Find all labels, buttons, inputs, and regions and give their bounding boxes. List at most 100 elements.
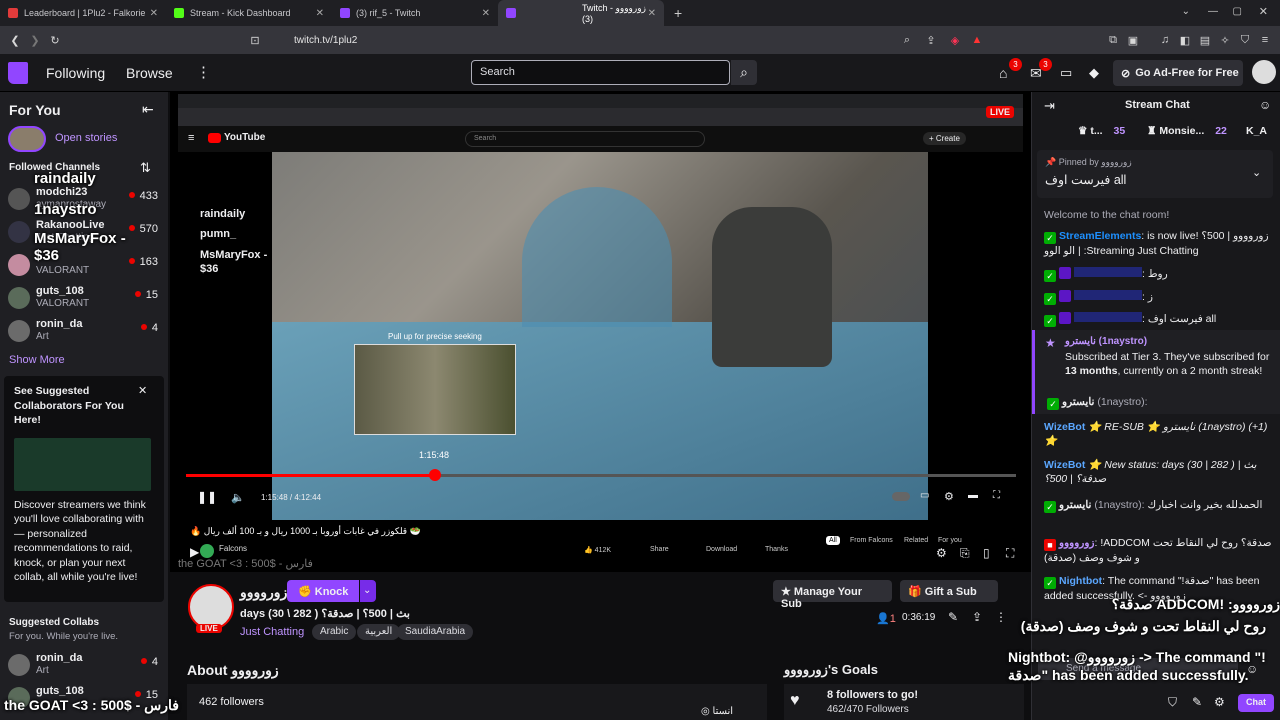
progress-bar[interactable] xyxy=(186,474,1016,477)
yt-share[interactable]: Share xyxy=(650,546,669,553)
share-stream-icon[interactable]: ⇪ xyxy=(972,610,982,624)
captions-icon[interactable]: ▭ xyxy=(920,490,929,501)
tab-search-icon[interactable]: ⌄ xyxy=(1182,6,1190,17)
screenshot-icon[interactable]: ▣ xyxy=(1126,33,1140,47)
brave-shield-icon[interactable]: ◈ xyxy=(948,33,962,47)
chat-send-button[interactable]: Chat xyxy=(1238,694,1274,712)
top-gifter[interactable]: K_A xyxy=(1246,125,1267,137)
close-card-icon[interactable]: ✕ xyxy=(138,384,147,397)
zoom-icon[interactable]: ⌕ xyxy=(900,33,914,47)
collapse-chat-icon[interactable]: ⇥ xyxy=(1044,98,1055,114)
wallet-icon[interactable]: ▤ xyxy=(1198,33,1212,47)
ad-free-button[interactable]: ⊘ Go Ad-Free for Free xyxy=(1113,60,1243,86)
yt-channel-name[interactable]: Falcons xyxy=(219,544,247,553)
sub-username[interactable]: نايسترو (1naystro) xyxy=(1065,336,1147,347)
mod-tools-icon[interactable]: ✎ xyxy=(1192,695,1202,709)
tag[interactable]: Arabic xyxy=(312,624,357,640)
leo-icon[interactable]: ✧ xyxy=(1218,33,1232,47)
share-icon[interactable]: ⇪ xyxy=(924,33,938,47)
reload-icon[interactable]: ↻ xyxy=(48,33,62,47)
yt-chip[interactable]: Related xyxy=(904,537,928,544)
bookmark-icon[interactable]: ⊡ xyxy=(248,33,262,47)
nav-browse[interactable]: Browse xyxy=(126,65,173,81)
expand-pinned-icon[interactable]: ⌄ xyxy=(1252,166,1261,179)
theater-icon[interactable]: ▬ xyxy=(968,490,978,501)
twitch-settings-icon[interactable]: ⚙ xyxy=(936,546,947,560)
browser-tab[interactable]: Stream - Kick Dashboard ✕ xyxy=(166,0,332,26)
media-icon[interactable]: ♫ xyxy=(1158,33,1172,47)
vpn-icon[interactable]: ⛉ xyxy=(1238,33,1252,47)
suggested-channel[interactable]: ronin_da Art 4 xyxy=(8,652,164,680)
tag[interactable]: SaudiaArabia xyxy=(397,624,474,640)
gift-sub-button[interactable]: 🎁 Gift a Sub xyxy=(900,580,998,602)
show-more-link[interactable]: Show More xyxy=(9,354,65,366)
browser-tab[interactable]: Leaderboard | 1Plu2 - Falkorie ✕ xyxy=(0,0,166,26)
followed-channel[interactable]: guts_108 VALORANT 15 xyxy=(8,285,164,313)
fullscreen-yt-icon[interactable]: ⛶ xyxy=(993,490,1000,501)
category-link[interactable]: Just Chatting xyxy=(240,626,304,638)
collapse-sidebar-icon[interactable]: ⇤ xyxy=(142,101,154,118)
browser-tab[interactable]: (3) rif_5 - Twitch ✕ xyxy=(332,0,498,26)
pinned-message[interactable]: 📌 Pinned by زوروووو فيرست اوف all ⌄ xyxy=(1037,150,1273,198)
followed-channel[interactable]: ronin_da Art 4 xyxy=(8,318,164,346)
community-icon[interactable]: ☺ xyxy=(1259,98,1271,112)
volume-icon[interactable]: 🔈 xyxy=(231,491,245,504)
close-window-icon[interactable]: ✕ xyxy=(1259,5,1268,18)
crown-icon[interactable]: ◆ xyxy=(1089,65,1099,81)
sort-icon[interactable]: ⇅ xyxy=(140,160,151,176)
top-gifter[interactable]: ♜ Monsie... 22 xyxy=(1147,125,1227,137)
browser-tab-active[interactable]: Twitch - زوروووو (3) ✕ xyxy=(498,0,664,26)
yt-chip[interactable]: From Falcons xyxy=(850,537,893,544)
search-button[interactable]: ⌕ xyxy=(731,60,757,85)
yt-download[interactable]: Download xyxy=(706,546,737,553)
yt-chip[interactable]: For you xyxy=(938,537,962,544)
minimize-icon[interactable]: — xyxy=(1208,6,1218,17)
yt-menu-icon[interactable]: ≡ xyxy=(188,132,194,144)
shield-icon[interactable]: ⛉ xyxy=(1168,695,1177,710)
close-tab-icon[interactable]: ✕ xyxy=(648,8,656,19)
instagram-link[interactable]: ◎ انستا xyxy=(701,706,733,717)
knock-dropdown-icon[interactable]: ⌄ xyxy=(360,580,376,602)
menu-icon[interactable]: ≡ xyxy=(1258,33,1272,47)
top-gifter[interactable]: ♛ t... 35 xyxy=(1078,125,1125,137)
yt-search-input[interactable]: Search xyxy=(465,131,705,147)
chat-settings-icon[interactable]: ⚙ xyxy=(1214,695,1225,709)
twitch-logo-icon[interactable] xyxy=(8,62,28,84)
yt-likes[interactable]: 👍 412K xyxy=(584,546,611,554)
back-icon[interactable]: ❮ xyxy=(8,33,22,47)
theatre-mode-icon[interactable]: ▯ xyxy=(983,546,990,560)
notifications-icon[interactable]: ⌂ xyxy=(999,65,1007,81)
sidebar-icon[interactable]: ◧ xyxy=(1178,33,1192,47)
whispers-icon[interactable]: ▭ xyxy=(1060,65,1072,81)
forward-icon[interactable]: ❯ xyxy=(28,33,42,47)
open-stories-link[interactable]: Open stories xyxy=(55,132,117,144)
clip-icon[interactable]: ⎘ xyxy=(960,546,970,561)
close-tab-icon[interactable]: ✕ xyxy=(482,8,490,19)
stories-avatar[interactable] xyxy=(8,126,46,152)
pause-icon[interactable]: ❚❚ xyxy=(197,490,217,504)
video-player[interactable]: ≡ YouTube Search + Create raindaily pumn… xyxy=(170,92,1031,572)
edit-icon[interactable]: ✎ xyxy=(948,610,958,624)
more-options-icon[interactable]: ⋮ xyxy=(995,610,1007,624)
fullscreen-icon[interactable]: ⛶ xyxy=(1006,546,1014,561)
progress-scrubber[interactable] xyxy=(429,469,441,481)
chat-username[interactable] xyxy=(1074,312,1142,322)
rewards-icon[interactable]: ▲ xyxy=(970,33,984,47)
chat-username[interactable] xyxy=(1074,290,1142,300)
close-tab-icon[interactable]: ✕ xyxy=(316,8,324,19)
yt-chip-all[interactable]: All xyxy=(826,536,840,545)
tag[interactable]: العربية xyxy=(357,624,401,640)
yt-channel-avatar[interactable] xyxy=(200,544,214,558)
close-tab-icon[interactable]: ✕ xyxy=(150,8,158,19)
new-tab-icon[interactable]: + xyxy=(664,5,682,21)
knock-button[interactable]: ✊ Knock xyxy=(287,580,359,602)
autoplay-toggle[interactable] xyxy=(892,492,910,501)
address-bar[interactable]: twitch.tv/1plu2 xyxy=(268,29,988,51)
yt-settings-icon[interactable]: ⚙ xyxy=(944,490,954,503)
yt-thanks[interactable]: Thanks xyxy=(765,546,788,553)
maximize-icon[interactable]: ▢ xyxy=(1233,6,1242,17)
streamer-name[interactable]: زوروووو xyxy=(240,584,287,601)
twitch-play-icon[interactable]: ▶ xyxy=(190,545,199,559)
extensions-icon[interactable]: ⧉ xyxy=(1106,33,1120,47)
more-menu-icon[interactable]: ⋮ xyxy=(196,63,211,81)
